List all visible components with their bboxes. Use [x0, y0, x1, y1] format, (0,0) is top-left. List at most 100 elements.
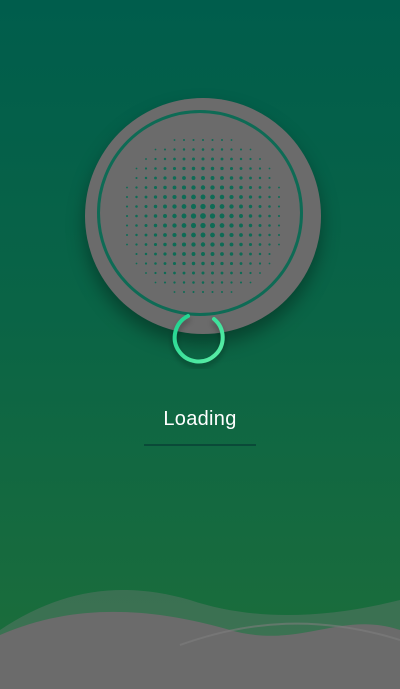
grille-dot [209, 222, 216, 229]
grille-dot [201, 281, 205, 284]
grille-dot [135, 224, 138, 227]
grille-dot [154, 281, 157, 284]
grille-dot [172, 261, 177, 266]
grille-dot [249, 167, 252, 170]
grille-dot [144, 214, 148, 218]
grille-dot [192, 148, 195, 151]
grille-dot [191, 176, 196, 180]
grille-dot [220, 281, 224, 284]
grille-dot [258, 243, 262, 246]
grille-dot [239, 148, 243, 151]
grille-dot [268, 233, 271, 237]
grille-dot [258, 176, 262, 180]
grille-dot [190, 203, 197, 210]
grille-dot [173, 148, 176, 151]
grille-dot [172, 185, 177, 190]
grille-dot [258, 195, 262, 199]
grille-dot [220, 252, 224, 256]
grille-dot [172, 213, 177, 219]
grille-dot [219, 242, 225, 247]
grille-dot [153, 242, 158, 247]
grille-dot [239, 167, 243, 170]
grille-dot [181, 194, 187, 200]
grille-dot [249, 148, 252, 151]
grille-dot [210, 232, 215, 238]
grille-dot [192, 281, 195, 284]
grille-dot [230, 139, 233, 141]
grille-dot [248, 223, 253, 228]
grille-dot [181, 242, 187, 247]
grille-dot [229, 194, 234, 200]
grille-dot [182, 261, 186, 266]
grille-dot [259, 272, 261, 274]
grille-dot [268, 214, 271, 218]
grille-dot [229, 232, 234, 238]
grille-dot [135, 186, 138, 189]
grille-dot [163, 281, 167, 284]
grille-dot [230, 291, 233, 293]
grille-dot [144, 252, 148, 256]
grille-dot [163, 262, 167, 265]
grille-dot [229, 185, 234, 190]
grille-dot [181, 213, 187, 219]
grille-dot [210, 176, 215, 180]
grille-dot [163, 185, 167, 190]
grille-dot [268, 167, 271, 170]
grille-dot [181, 223, 187, 228]
grille-dot [126, 196, 128, 198]
grille-dot [192, 138, 195, 142]
grille-dot [211, 281, 214, 284]
grille-dot [230, 281, 233, 284]
grille-dot [268, 205, 271, 208]
grille-dot [135, 252, 138, 256]
grille-dot [163, 204, 167, 209]
grille-dot [249, 157, 252, 161]
grille-dot [125, 205, 129, 208]
grille-dot [277, 214, 281, 218]
grille-dot [163, 271, 167, 275]
grille-dot [210, 194, 215, 200]
grille-dot [154, 167, 157, 170]
grille-dot [220, 148, 224, 151]
grille-dot [172, 223, 177, 228]
speaker-grille-icon [125, 138, 281, 294]
grille-dot [154, 148, 157, 151]
grille-dot [125, 224, 129, 227]
grille-dot [248, 204, 253, 209]
grille-dot [249, 281, 252, 284]
grille-dot [191, 242, 196, 247]
grille-dot [230, 157, 233, 161]
grille-dot [183, 291, 185, 293]
grille-dot [268, 186, 271, 189]
grille-dot [210, 185, 215, 190]
grille-dot [172, 204, 177, 209]
grille-dot [154, 271, 157, 275]
grille-dot [200, 185, 206, 190]
grille-dot [258, 167, 262, 170]
grille-dot [211, 138, 214, 142]
grille-dot [239, 214, 243, 218]
grille-dot [182, 166, 186, 171]
grille-dot [258, 214, 262, 218]
grille-dot [211, 271, 214, 275]
grille-dot [163, 176, 167, 180]
grille-dot [154, 157, 157, 161]
grille-dot [183, 139, 185, 141]
grille-dot [182, 176, 186, 180]
grille-dot [268, 176, 271, 180]
grille-dot [172, 194, 177, 200]
grille-dot [191, 166, 196, 171]
grille-dot [145, 272, 147, 274]
grille-dot [163, 233, 167, 237]
grille-dot [248, 214, 253, 218]
grille-dot [153, 185, 158, 190]
grille-dot [135, 167, 138, 170]
grille-dot [163, 157, 167, 161]
grille-dot [219, 194, 225, 200]
grille-dot [278, 196, 280, 198]
grille-dot [258, 224, 262, 227]
grille-dot [230, 271, 233, 275]
loading-screen: Loading [0, 0, 400, 689]
grille-dot [249, 262, 252, 265]
grille-dot [210, 166, 215, 171]
